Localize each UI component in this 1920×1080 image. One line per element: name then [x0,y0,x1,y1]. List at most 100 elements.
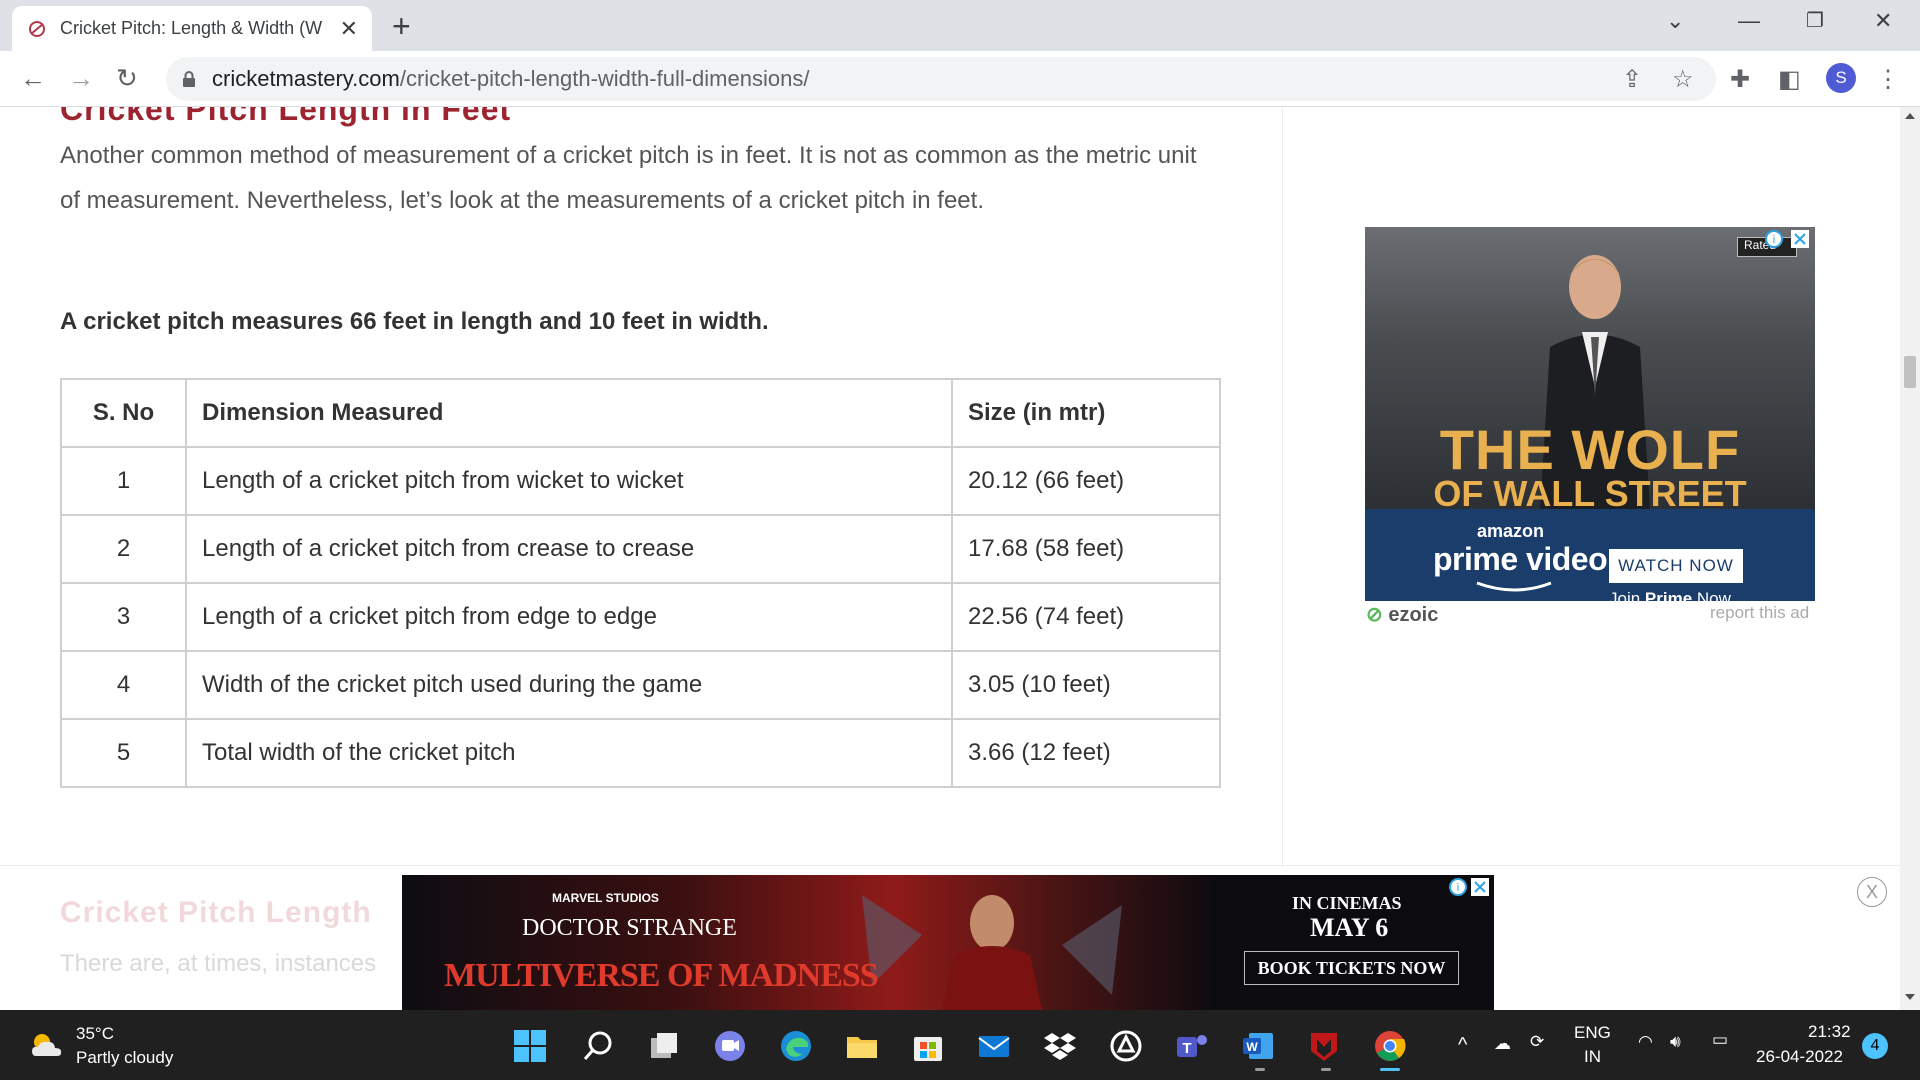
bookmark-star-icon[interactable]: ☆ [1672,65,1694,94]
cell-dimension: Length of a cricket pitch from wicket to… [185,446,953,516]
file-explorer-icon[interactable] [844,1028,880,1064]
restore-icon[interactable]: ❐ [1806,8,1824,33]
header-dimension: Dimension Measured [185,378,953,448]
start-icon[interactable] [512,1028,548,1064]
table-row: 2 Length of a cricket pitch from crease … [60,514,1221,584]
edge-icon[interactable] [778,1028,814,1064]
close-window-icon[interactable]: ✕ [1874,8,1892,34]
partly-cloudy-icon[interactable] [28,1030,66,1060]
teams-icon[interactable]: T [1174,1028,1210,1064]
page-scrollbar[interactable] [1900,107,1920,1010]
doctor-strange-figure-icon [862,895,1122,1010]
watch-now-button[interactable]: WATCH NOW [1609,549,1743,583]
amazon-label: amazon [1477,521,1545,541]
battery-icon[interactable]: ▭ [1712,1030,1728,1050]
task-view-icon[interactable] [646,1028,682,1064]
minimize-icon[interactable]: — [1738,8,1760,34]
next-section-heading: Cricket Pitch Length [60,896,372,929]
new-tab-icon[interactable]: + [392,8,411,45]
svg-text:W: W [1246,1040,1258,1054]
chat-icon[interactable] [712,1028,748,1064]
url-text: cricketmastery.com/cricket-pitch-length-… [212,66,810,91]
scroll-down-icon[interactable] [1905,994,1915,1000]
scroll-thumb[interactable] [1904,356,1916,388]
volume-icon[interactable]: 🔊︎ [1670,1032,1681,1052]
chrome-icon[interactable] [1372,1028,1408,1064]
show-hidden-icons-icon[interactable]: ^ [1458,1034,1467,1057]
sidebar-ad[interactable]: Rated THE WOLF OF WALL STREET amazon pri… [1365,227,1815,601]
profile-avatar[interactable]: S [1826,63,1856,93]
mcafee-icon[interactable] [1306,1028,1342,1064]
mcafee-running-indicator [1321,1068,1331,1071]
address-bar[interactable]: cricketmastery.com/cricket-pitch-length-… [166,57,1716,101]
weather-description[interactable]: Partly cloudy [76,1048,173,1068]
table-row: 1 Length of a cricket pitch from wicket … [60,446,1221,516]
language-bottom[interactable]: IN [1584,1047,1601,1067]
cell-sno: 4 [60,650,187,720]
cell-size: 17.68 (58 feet) [951,514,1221,584]
cell-size: 3.66 (12 feet) [951,718,1221,788]
tab-search-icon[interactable]: ⌄ [1666,8,1684,34]
cell-sno: 1 [60,446,187,516]
forward-icon[interactable]: → [68,63,94,94]
side-panel-icon[interactable]: ◧ [1778,65,1801,94]
sync-icon[interactable]: ⟳ [1530,1032,1544,1052]
svg-text:i: i [1773,234,1775,246]
ezoic-check-icon: ⊘ [1366,604,1383,626]
prime-video-logo: prime video [1433,541,1608,577]
dimensions-table: S. No Dimension Measured Size (in mtr) 1… [60,378,1221,788]
ad-image: Rated THE WOLF OF WALL STREET [1365,227,1815,514]
openai-app-icon[interactable] [1108,1028,1144,1064]
site-favicon-icon [26,18,48,40]
table-row: 5 Total width of the cricket pitch 3.66 … [60,718,1221,788]
ad-close-icon[interactable] [1790,229,1810,249]
header-size: Size (in mtr) [951,378,1221,448]
banner-ad-close-icon[interactable] [1470,877,1490,897]
svg-text:T: T [1182,1040,1191,1057]
lock-icon [182,71,196,87]
adchoices-icon[interactable]: i [1764,229,1784,249]
windows-taskbar: 35°C Partly cloudy T W ^ ☁ ⟳ ENG IN ◠ 🔊︎… [0,1010,1920,1080]
clock-time[interactable]: 21:32 [1808,1022,1851,1042]
cell-dimension: Length of a cricket pitch from crease to… [185,514,953,584]
mail-icon[interactable] [976,1028,1012,1064]
cell-sno: 5 [60,718,187,788]
cell-dimension: Length of a cricket pitch from edge to e… [185,582,953,652]
join-prime-text: Join Prime Now [1609,589,1731,601]
onedrive-icon[interactable]: ☁ [1494,1034,1511,1054]
notification-badge[interactable]: 4 [1862,1033,1888,1059]
cell-size: 20.12 (66 feet) [951,446,1221,516]
browser-toolbar: ← → ↻ cricketmastery.com/cricket-pitch-l… [0,51,1920,107]
amazon-smile-icon [1476,581,1552,592]
weather-temperature[interactable]: 35°C [76,1024,114,1044]
language-top[interactable]: ENG [1574,1023,1611,1043]
extensions-icon[interactable]: ✚ [1730,65,1750,94]
chrome-active-indicator [1380,1068,1400,1071]
intro-paragraph: Another common method of measurement of … [60,142,1197,214]
reload-icon[interactable]: ↻ [116,63,138,94]
section-heading: Cricket Pitch Length in Feet [60,107,512,127]
clock-date[interactable]: 26-04-2022 [1756,1047,1843,1067]
scroll-up-icon[interactable] [1905,113,1915,119]
cell-dimension: Width of the cricket pitch used during t… [185,650,953,720]
browser-tab[interactable]: Cricket Pitch: Length & Width (W ✕ [12,6,372,51]
tab-close-icon[interactable]: ✕ [340,16,358,42]
book-tickets-button[interactable]: BOOK TICKETS NOW [1244,951,1459,985]
word-icon[interactable]: W [1240,1028,1276,1064]
ad-cta-panel: amazon prime video WATCH NOW Join Prime … [1365,509,1815,601]
release-date: MAY 6 [1310,913,1389,942]
bottom-banner-ad[interactable]: MARVEL STUDIOS DOCTOR STRANGE MULTIVERSE… [402,875,1494,1010]
multiverse-subtitle: MULTIVERSE OF MADNESS [444,957,879,994]
search-icon[interactable] [580,1028,616,1064]
menu-kebab-icon[interactable]: ⋮ [1876,65,1900,94]
wifi-icon[interactable]: ◠ [1638,1032,1653,1052]
share-icon[interactable]: ⇪ [1622,65,1642,94]
banner-adchoices-icon[interactable]: i [1448,877,1468,897]
dropbox-icon[interactable] [1042,1028,1078,1064]
banner-dismiss-button[interactable]: X [1857,877,1887,907]
microsoft-store-icon[interactable] [910,1028,946,1064]
report-ad-link[interactable]: report this ad [1710,603,1809,623]
cell-sno: 3 [60,582,187,652]
back-icon[interactable]: ← [20,63,46,94]
bold-statement: A cricket pitch measures 66 feet in leng… [60,308,769,335]
